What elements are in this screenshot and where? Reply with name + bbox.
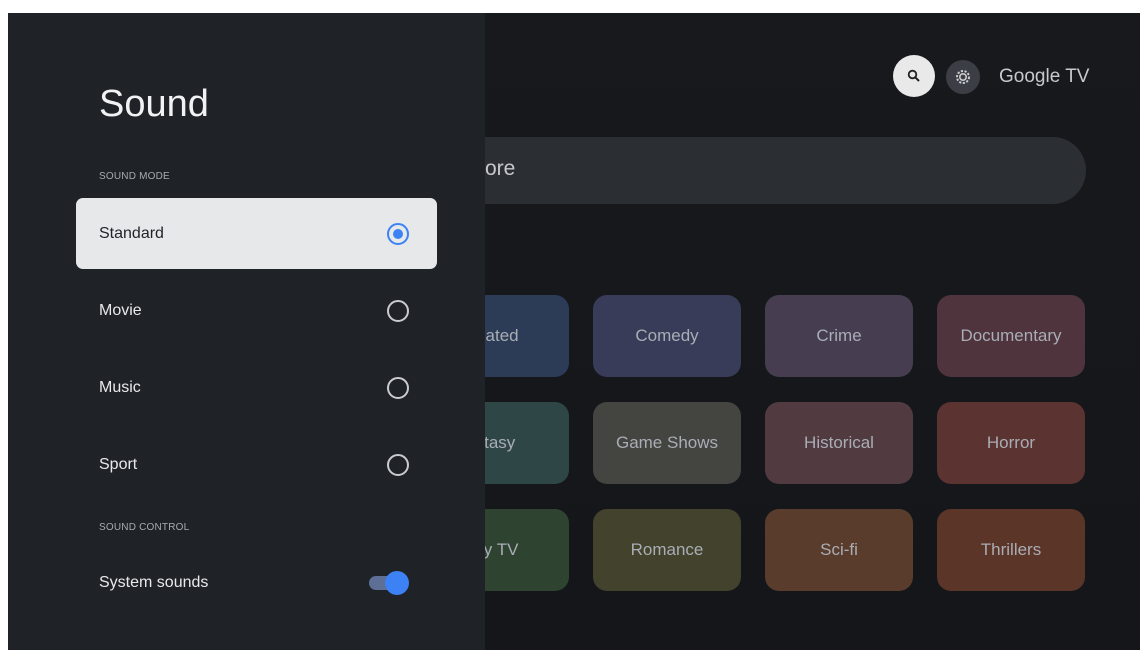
sound-mode-option-label: Sport [99, 455, 138, 473]
genre-label: Game Shows [615, 433, 719, 452]
sound-mode-option-music[interactable]: Music [76, 352, 437, 423]
sound-mode-option-label: Movie [99, 301, 142, 319]
genre-label: Romance [630, 540, 704, 559]
system-sounds-toggle[interactable] [369, 570, 409, 595]
radio-button[interactable] [387, 299, 409, 322]
sound-mode-option-label: Standard [99, 224, 164, 242]
system-sounds-row[interactable]: System sounds [76, 547, 437, 618]
genre-label: Crime [816, 326, 862, 345]
genre-label: Sci-fi [820, 540, 858, 559]
genre-tile[interactable]: Sci-fi [765, 509, 913, 591]
genre-label: Comedy [635, 326, 699, 345]
search-bar[interactable] [438, 137, 1086, 204]
genre-tile[interactable]: Horror [937, 402, 1085, 484]
radio-checked-dot [393, 228, 403, 239]
sound-control-section-label: SOUND CONTROL [99, 522, 190, 533]
genre-tile[interactable]: Romance [593, 509, 741, 591]
genre-tile[interactable]: Game Shows [593, 402, 741, 484]
gear-icon [956, 70, 970, 84]
genre-label: Historical [804, 433, 874, 452]
genre-tile[interactable]: Thrillers [937, 509, 1085, 591]
genre-tile[interactable]: Documentary [937, 295, 1085, 377]
search-button[interactable] [893, 55, 935, 97]
genre-tile[interactable]: Historical [765, 402, 913, 484]
sound-settings-panel: Sound SOUND MODE Standard Movie Music Sport… [8, 13, 485, 650]
genre-tile[interactable]: Crime [765, 295, 913, 377]
sound-mode-option-movie[interactable]: Movie [76, 275, 437, 346]
radio-button[interactable] [387, 453, 409, 476]
system-sounds-label: System sounds [99, 573, 209, 591]
panel-title: Sound [99, 83, 209, 125]
sound-mode-option-standard[interactable]: Standard [76, 198, 437, 269]
sound-mode-option-sport[interactable]: Sport [76, 429, 437, 500]
search-bar-text: ore [485, 157, 516, 180]
radio-button[interactable] [387, 376, 409, 399]
tv-screen: Google TV ore mated Comedy Crime Documentar… [8, 13, 1140, 650]
search-icon [907, 69, 920, 82]
radio-button[interactable] [387, 222, 409, 245]
genre-tile[interactable]: Comedy [593, 295, 741, 377]
genre-label: Horror [986, 433, 1036, 452]
toggle-thumb [385, 570, 409, 595]
sound-mode-section-label: SOUND MODE [99, 171, 170, 182]
sound-mode-option-label: Music [99, 378, 141, 396]
brand-label: Google TV [999, 66, 1090, 87]
settings-button[interactable] [946, 60, 980, 94]
genre-label: Documentary [960, 326, 1062, 345]
genre-label: Thrillers [980, 540, 1042, 559]
